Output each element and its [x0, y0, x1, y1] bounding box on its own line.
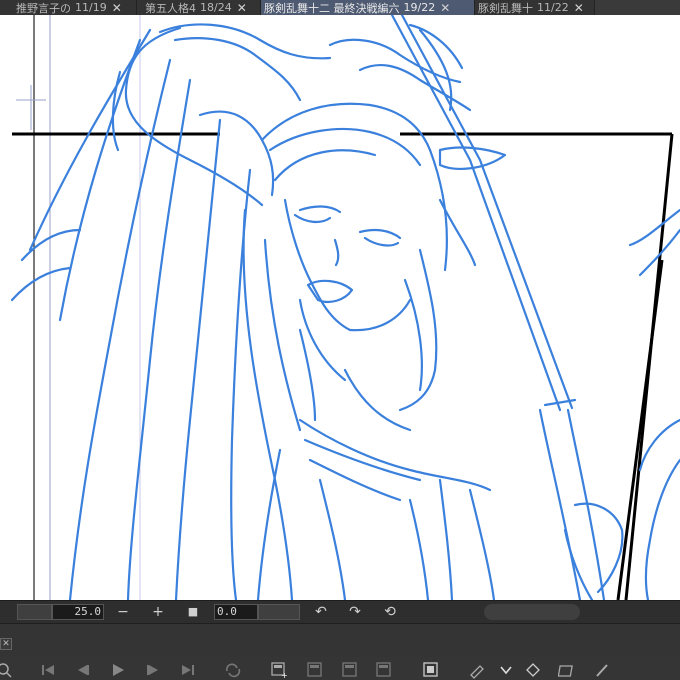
tab-title: 推野言子の	[16, 1, 71, 15]
rotate-left-icon[interactable]: ↶	[312, 603, 330, 621]
svg-text:+: +	[281, 671, 288, 679]
tab-page-count: 11/22	[537, 1, 569, 14]
close-icon[interactable]: ✕	[440, 2, 450, 14]
document-tab-4[interactable]: 豚剣乱舞十 11/22 ✕	[475, 0, 595, 15]
tab-title: 豚剣乱舞十二 最終決戦編六	[264, 1, 400, 15]
panel-close-button[interactable]: ✕	[0, 638, 12, 650]
first-frame-icon[interactable]	[38, 660, 58, 680]
tab-bar-empty	[595, 0, 680, 15]
canvas-status-bar: 25.0 − + ■ 0.0 ↶ ↷ ⟲	[0, 600, 680, 623]
document-tab-bar: 推野言子の 11/19 ✕ 第五人格4 18/24 ✕ 豚剣乱舞十二 最終決戦編…	[0, 0, 680, 15]
character-sketch	[10, 15, 680, 600]
zoom-field[interactable]: 25.0	[52, 604, 104, 620]
document-tab-2[interactable]: 第五人格4 18/24 ✕	[137, 0, 261, 15]
tab-page-count: 19/22	[403, 1, 436, 14]
drawing-canvas[interactable]	[0, 15, 680, 600]
panel-border	[12, 132, 674, 600]
new-cel-icon[interactable]: +	[269, 660, 289, 680]
document-tab-3[interactable]: 豚剣乱舞十二 最終決戦編六 19/22 ✕	[261, 0, 475, 15]
light-table-icon[interactable]	[557, 660, 577, 680]
tab-title: 豚剣乱舞十	[478, 1, 533, 15]
rotation-slider[interactable]	[258, 604, 300, 620]
cel-icon[interactable]	[305, 660, 325, 680]
onion-skin-icon[interactable]	[421, 660, 441, 680]
specify-cel-icon[interactable]	[467, 660, 487, 680]
document-tab-1[interactable]: 推野言子の 11/19 ✕	[0, 0, 137, 15]
sketch-artwork	[10, 15, 680, 600]
tab-page-count: 11/19	[75, 1, 107, 14]
tab-page-count: 18/24	[200, 1, 232, 14]
zoom-in-button[interactable]: +	[149, 603, 167, 621]
rotation-field[interactable]: 0.0	[214, 604, 258, 620]
next-frame-icon[interactable]	[143, 660, 163, 680]
play-icon[interactable]	[108, 660, 128, 680]
zoom-out-button[interactable]: −	[114, 603, 132, 621]
close-icon[interactable]: ✕	[574, 2, 584, 14]
tab-title: 第五人格4	[145, 1, 196, 15]
zoom-icon[interactable]	[0, 660, 14, 680]
prev-frame-icon[interactable]	[73, 660, 93, 680]
zoom-slider[interactable]	[17, 604, 52, 620]
timeline-toolbar: +	[0, 657, 680, 680]
canvas-horizontal-scrollbar[interactable]	[484, 604, 580, 620]
last-frame-icon[interactable]	[178, 660, 198, 680]
reset-rotation-icon[interactable]: ⟲	[381, 603, 399, 621]
cel-settings-icon[interactable]	[523, 660, 543, 680]
loop-icon[interactable]	[223, 660, 243, 680]
cel-icon-2[interactable]	[340, 660, 360, 680]
close-icon[interactable]: ✕	[237, 2, 247, 14]
cel-icon-3[interactable]	[374, 660, 394, 680]
rotate-right-icon[interactable]: ↷	[346, 603, 364, 621]
brush-icon[interactable]	[592, 660, 612, 680]
close-icon[interactable]: ✕	[112, 2, 122, 14]
fit-view-button[interactable]: ■	[184, 603, 202, 621]
timeline-panel: ✕	[0, 623, 680, 657]
chevron-down-icon[interactable]	[496, 660, 516, 680]
